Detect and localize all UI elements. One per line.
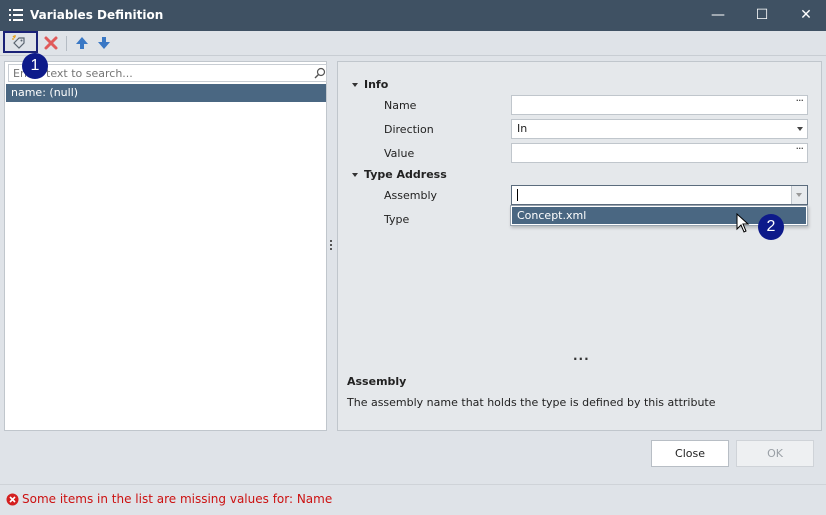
close-button[interactable]: Close (651, 440, 729, 467)
toolbar (0, 31, 826, 56)
list-icon (9, 9, 23, 21)
dropdown-button[interactable] (791, 186, 807, 204)
title-bar: Variables Definition — ☐ ✕ (0, 0, 826, 31)
chevron-down-icon[interactable] (797, 127, 803, 131)
description-title: Assembly (347, 375, 407, 388)
toolbar-separator (66, 36, 67, 51)
chevron-down-icon (796, 193, 802, 197)
move-down-icon[interactable] (95, 34, 113, 52)
status-bar: Some items in the list are missing value… (0, 484, 826, 515)
mouse-pointer-icon (736, 213, 750, 233)
ellipsis-button[interactable]: ··· (796, 92, 804, 110)
step-marker-2: 2 (758, 214, 784, 240)
search-input[interactable] (13, 66, 303, 80)
text-cursor (517, 189, 518, 201)
type-label: Type (384, 213, 410, 226)
name-field[interactable]: ··· (511, 92, 808, 115)
error-icon (6, 493, 19, 506)
direction-select[interactable]: In (511, 119, 808, 139)
minimize-button[interactable]: — (696, 0, 740, 31)
window-title: Variables Definition (30, 8, 164, 22)
maximize-button[interactable]: ☐ (740, 0, 784, 31)
ellipsis-button[interactable]: ··· (796, 140, 804, 158)
search-box (8, 64, 327, 82)
value-field[interactable]: ··· (511, 140, 808, 163)
collapse-icon (352, 173, 358, 177)
list-item[interactable]: name: (null) (6, 84, 326, 102)
assembly-combobox[interactable] (511, 185, 808, 205)
delete-icon[interactable] (42, 34, 60, 52)
ok-button[interactable]: OK (736, 440, 814, 467)
new-item-highlight (3, 31, 38, 53)
collapse-icon (352, 83, 358, 87)
name-label: Name (384, 99, 417, 112)
property-grid: Info Name ··· Direction In Value ··· Typ… (337, 61, 822, 431)
search-icon[interactable] (314, 67, 326, 79)
direction-label: Direction (384, 123, 434, 136)
value-label: Value (384, 147, 415, 160)
category-type-address[interactable]: Type Address (352, 168, 447, 181)
description-text: The assembly name that holds the type is… (347, 396, 716, 409)
close-window-button[interactable]: ✕ (784, 0, 826, 31)
step-marker-1: 1 (22, 53, 48, 79)
assembly-label: Assembly (384, 189, 438, 202)
pane-splitter[interactable] (330, 240, 333, 252)
status-message: Some items in the list are missing value… (22, 492, 333, 506)
category-info[interactable]: Info (352, 78, 388, 91)
variables-list-pane: name: (null) (4, 61, 327, 431)
more-icon[interactable]: ··· (573, 352, 590, 366)
move-up-icon[interactable] (73, 34, 91, 52)
